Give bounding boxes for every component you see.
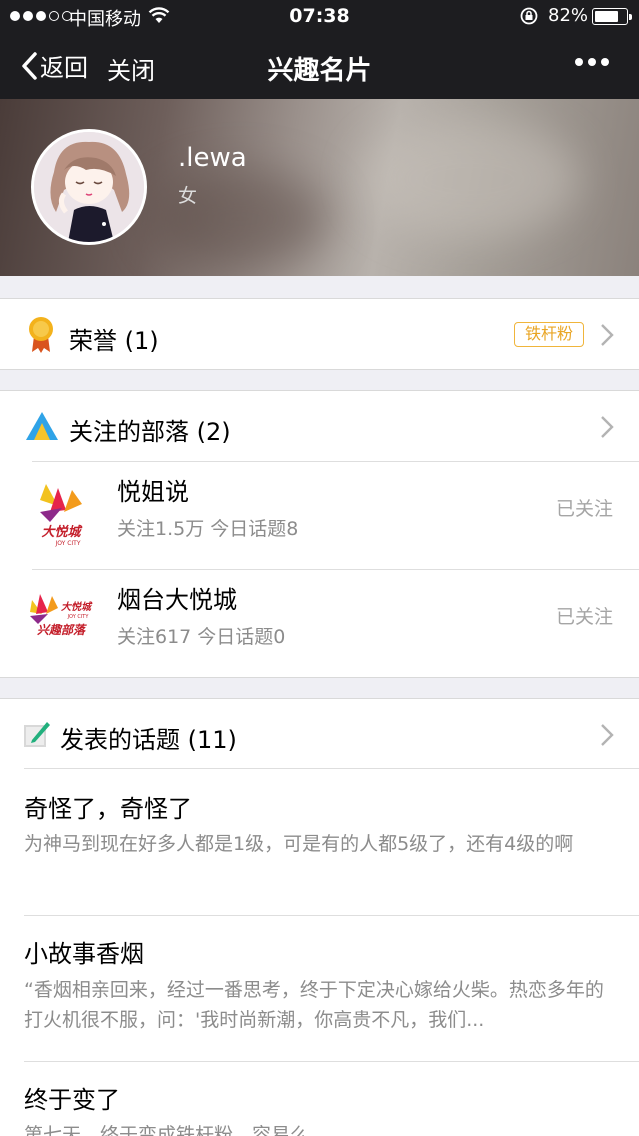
topic-title: 小故事香烟 — [24, 940, 144, 968]
tribe-logo-text: 大悦城 — [61, 601, 93, 613]
follow-status[interactable]: 已关注 — [556, 494, 613, 521]
tribe-logo: 大悦城 JOY CITY 兴趣部落 — [28, 590, 94, 656]
topic-item[interactable]: 终于变了 第七天，终于变成铁杆粉，容易么 — [0, 1062, 639, 1136]
medal-icon — [29, 317, 53, 353]
tribe-logo-subtext: JOY CITY — [54, 540, 80, 547]
honor-row[interactable]: 荣誉 (1) 铁杆粉 — [0, 298, 639, 370]
tribe-meta: 关注1.5万 今日话题8 — [117, 518, 299, 540]
status-bar: 中国移动 07:38 82% — [0, 0, 639, 34]
rotation-lock-icon — [520, 7, 538, 25]
profile-header: .lewa 女 — [0, 99, 639, 276]
tribe-logo-tag: 兴趣部落 — [37, 623, 87, 637]
edit-note-icon — [24, 722, 50, 747]
tribe-logo-text: 大悦城 — [41, 524, 82, 540]
tribes-section: 关注的部落 (2) 大悦城 JOY CITY 悦姐说 关注1.5万 今日话题8 … — [0, 390, 639, 678]
tribe-tent-icon — [26, 412, 58, 440]
tribe-name: 悦姐说 — [117, 478, 189, 506]
page-title: 兴趣名片 — [267, 56, 372, 86]
tribes-header[interactable]: 关注的部落 (2) — [0, 391, 639, 461]
topic-body: “香烟相亲回来，经过一番思考，终于下定决心嫁给火柴。热恋多年的打火机很不服，问：… — [24, 979, 604, 1031]
username: .lewa — [178, 143, 247, 173]
topics-label: 发表的话题 (11) — [60, 726, 237, 754]
follow-status[interactable]: 已关注 — [556, 602, 613, 629]
topic-title: 奇怪了，奇怪了 — [24, 795, 192, 823]
topic-body: 第七天，终于变成铁杆粉，容易么 — [24, 1124, 310, 1136]
honor-label: 荣誉 (1) — [69, 327, 159, 355]
topics-header[interactable]: 发表的话题 (11) — [0, 699, 639, 769]
topic-item[interactable]: 小故事香烟 “香烟相亲回来，经过一番思考，终于下定决心嫁给火柴。热恋多年的打火机… — [0, 916, 639, 1062]
honor-badge: 铁杆粉 — [514, 322, 584, 347]
topic-item[interactable]: 奇怪了，奇怪了 为神马到现在好多人都是1级，可是有的人都5级了，还有4级的啊 — [0, 769, 639, 915]
list-item[interactable]: 大悦城 JOY CITY 悦姐说 关注1.5万 今日话题8 已关注 — [0, 462, 639, 569]
tribe-meta: 关注617 今日话题0 — [117, 626, 286, 648]
chevron-right-icon — [601, 724, 614, 746]
avatar[interactable] — [31, 129, 147, 245]
battery-percent: 82% — [548, 5, 589, 26]
chevron-right-icon — [601, 324, 614, 346]
topic-title: 终于变了 — [24, 1086, 120, 1114]
tribe-logo: 大悦城 JOY CITY — [28, 482, 94, 548]
top-bar: 中国移动 07:38 82% 返回 关闭 兴趣名片 — [0, 0, 639, 99]
more-options-icon[interactable] — [575, 58, 609, 66]
tribe-logo-subtext: JOY CITY — [67, 614, 90, 620]
list-item[interactable]: 大悦城 JOY CITY 兴趣部落 烟台大悦城 关注617 今日话题0 已关注 — [0, 570, 639, 678]
tribe-name: 烟台大悦城 — [117, 586, 237, 614]
topic-body: 为神马到现在好多人都是1级，可是有的人都5级了，还有4级的啊 — [24, 833, 574, 855]
chevron-right-icon — [601, 416, 614, 438]
topics-section: 发表的话题 (11) 奇怪了，奇怪了 为神马到现在好多人都是1级，可是有的人都5… — [0, 698, 639, 1136]
gender: 女 — [178, 185, 198, 207]
tribes-label: 关注的部落 (2) — [69, 418, 231, 446]
clock: 07:38 — [289, 5, 350, 27]
battery-icon — [592, 8, 632, 25]
avatar-illustration — [34, 132, 144, 242]
